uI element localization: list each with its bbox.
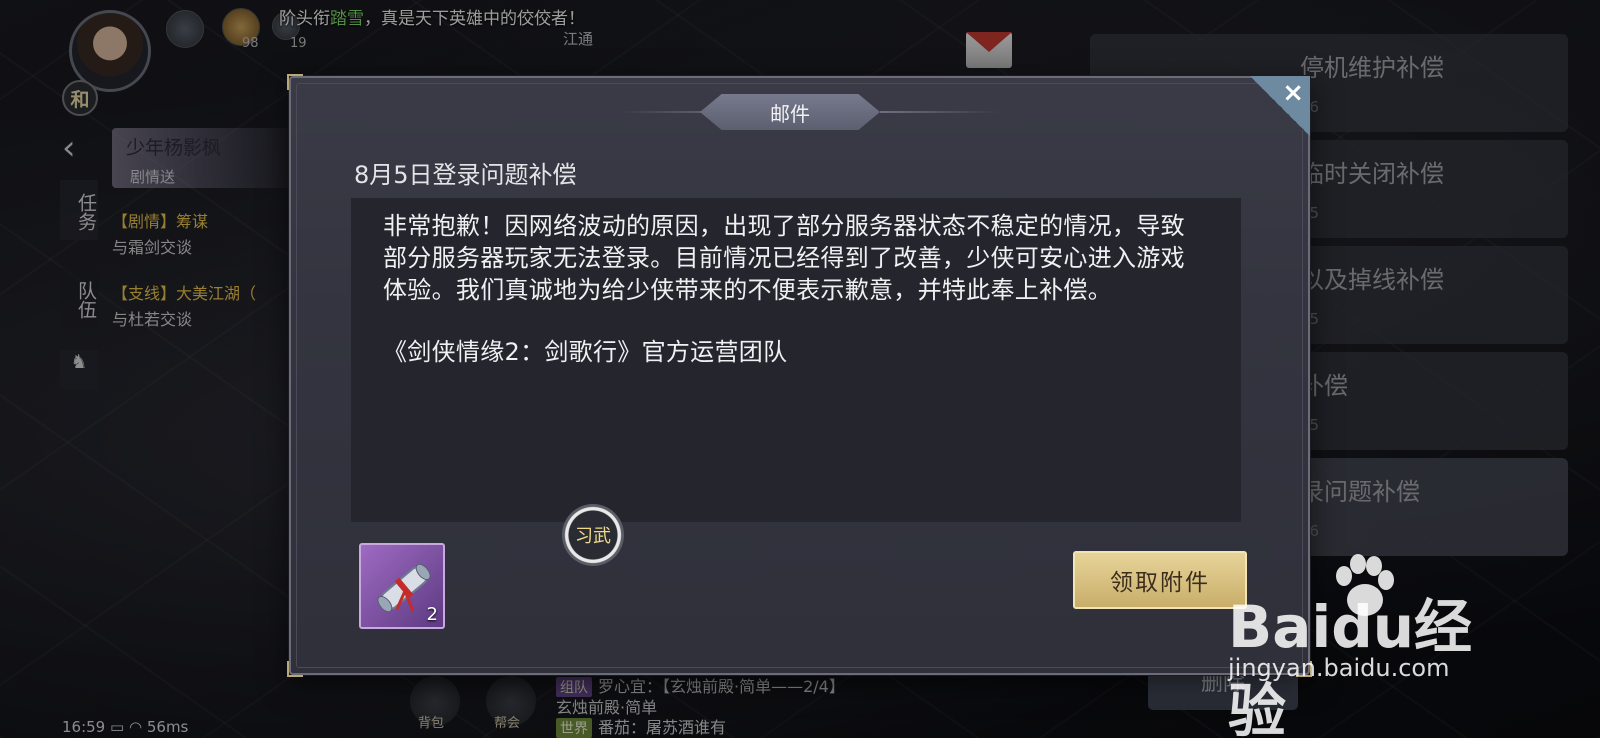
attachment-count: 2: [426, 604, 438, 625]
attachment-slot[interactable]: 2: [359, 543, 445, 629]
skill-badge-label: 习武: [575, 526, 611, 547]
mail-body-text: 非常抱歉！因网络波动的原因，出现了部分服务器状态不稳定的情况，导致部分服务器玩家…: [383, 212, 1185, 304]
close-icon[interactable]: ×: [1282, 78, 1304, 108]
mail-dialog: 邮件 × 8月5日登录问题补偿 非常抱歉！因网络波动的原因，出现了部分服务器状态…: [287, 74, 1312, 677]
claim-attachment-label: 领取附件: [1110, 570, 1210, 596]
title-divider: [880, 111, 1000, 113]
frame-corner: [287, 661, 303, 677]
claim-attachment-button[interactable]: 领取附件: [1073, 551, 1247, 609]
baidu-watermark: Baidu经验 jingyan.baidu.com: [1228, 554, 1518, 738]
watermark-url: jingyan.baidu.com: [1228, 654, 1450, 682]
frame-corner: [287, 74, 303, 90]
skill-badge[interactable]: 习武: [562, 504, 624, 566]
mail-subject: 8月5日登录问题补偿: [354, 161, 577, 189]
close-button[interactable]: ×: [1250, 76, 1310, 136]
dialog-title: 邮件: [770, 101, 810, 126]
mail-body: 非常抱歉！因网络波动的原因，出现了部分服务器状态不稳定的情况，导致部分服务器玩家…: [351, 198, 1241, 522]
dialog-title-plate: 邮件: [700, 94, 880, 130]
mail-signature: 《剑侠情缘2：剑歌行》官方运营团队: [383, 338, 788, 366]
